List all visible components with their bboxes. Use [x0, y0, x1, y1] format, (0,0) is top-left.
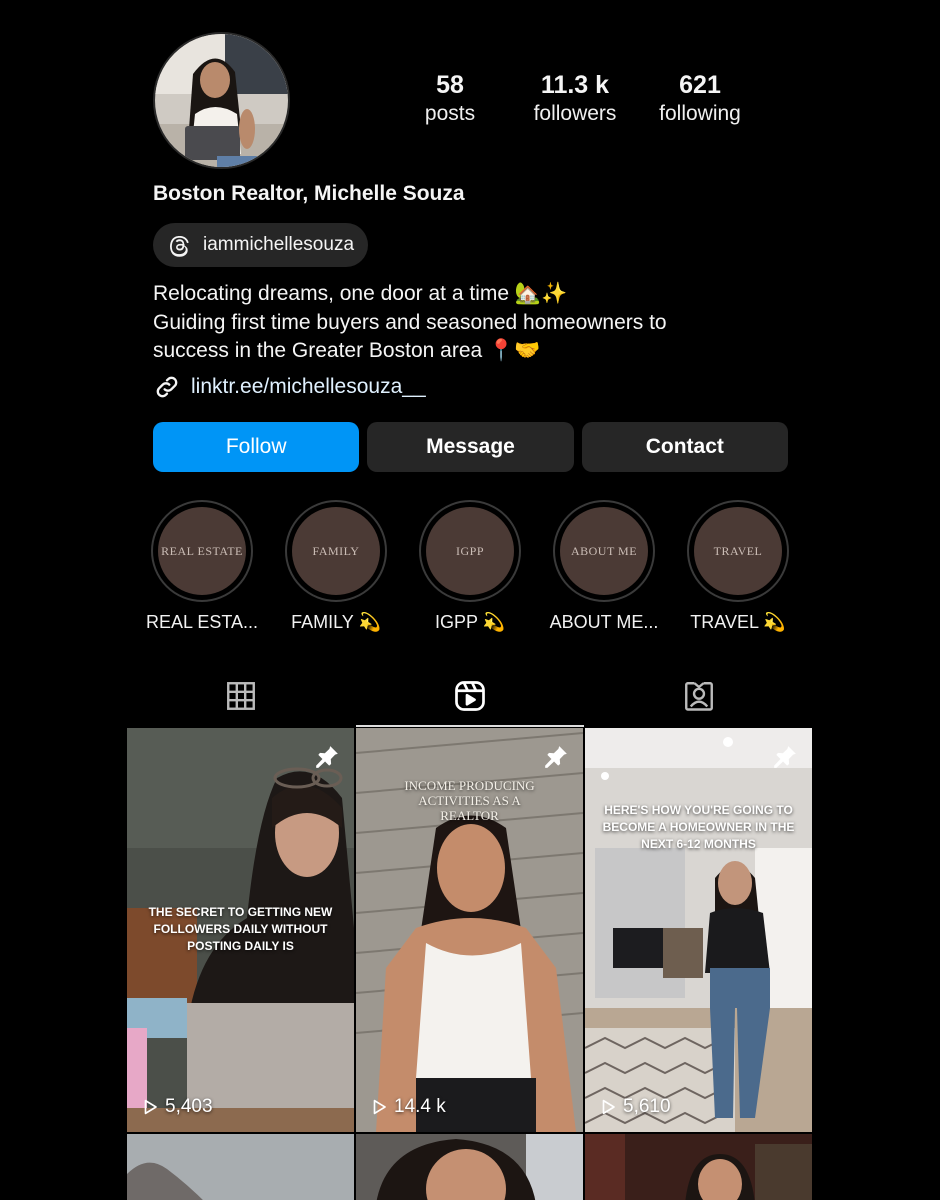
highlight-item[interactable]: FAMILY FAMILY 💫	[274, 500, 398, 633]
highlight-ring: REAL ESTATE	[151, 500, 253, 602]
contact-button[interactable]: Contact	[581, 422, 788, 472]
reels-grid: THE SECRET TO GETTING NEW FOLLOWERS DAIL…	[127, 728, 813, 1132]
profile-tabs	[127, 665, 813, 727]
tab-reels[interactable]	[355, 665, 585, 727]
threads-badge[interactable]: iammichellesouza	[153, 223, 369, 267]
play-icon	[602, 1099, 615, 1115]
stat-label: posts	[424, 102, 476, 125]
stat-following[interactable]: 621 following	[640, 70, 760, 128]
profile-avatar[interactable]	[153, 32, 290, 169]
reel-thumbnail	[356, 1134, 583, 1200]
reels-icon	[455, 681, 485, 711]
view-count-text: 5,403	[165, 1096, 213, 1117]
highlight-item[interactable]: ABOUT ME ABOUT ME...	[542, 500, 666, 633]
reel-thumbnail	[585, 728, 812, 1132]
reel-tile[interactable]	[585, 1134, 812, 1200]
stat-value: 58	[436, 71, 464, 99]
stat-value: 11.3 k	[540, 71, 610, 99]
highlight-item[interactable]: TRAVEL TRAVEL 💫	[676, 500, 800, 633]
highlight-item[interactable]: IGPP IGPP 💫	[408, 500, 532, 633]
reel-view-count: 5,610	[599, 1096, 671, 1118]
stat-posts[interactable]: 58 posts	[390, 70, 510, 128]
highlight-cover: FAMILY	[292, 507, 380, 595]
highlight-caption: ABOUT ME...	[549, 612, 659, 632]
profile-bio: Relocating dreams, one door at a time 🏡✨…	[153, 280, 793, 366]
stat-label: followers	[533, 102, 617, 125]
highlight-item[interactable]: REAL ESTATE REAL ESTA...	[140, 500, 264, 633]
reel-overlay-text: HERE'S HOW YOU'RE GOING TO BECOME A HOME…	[602, 803, 795, 851]
highlight-ring: IGPP	[419, 500, 521, 602]
threads-icon	[170, 236, 189, 257]
reel-tile[interactable]: INCOME PRODUCING ACTIVITIES AS A REALTOR…	[356, 728, 583, 1132]
highlight-ring: FAMILY	[285, 500, 387, 602]
tab-posts-grid[interactable]	[127, 665, 356, 727]
link-text: linktr.ee/michellesouza__	[191, 375, 426, 398]
reel-overlay-text: INCOME PRODUCING ACTIVITIES AS A REALTOR	[404, 778, 535, 823]
highlight-caption: FAMILY 💫	[291, 612, 381, 632]
reel-thumbnail	[585, 1134, 812, 1200]
grid-icon	[227, 682, 256, 710]
play-icon	[373, 1099, 386, 1115]
bio-line: Guiding first time buyers and seasoned h…	[153, 310, 667, 334]
profile-actions: Follow Message Contact	[153, 422, 788, 472]
bio-line: Relocating dreams, one door at a time 🏡✨	[153, 282, 568, 305]
reel-thumbnail	[127, 1134, 354, 1200]
pin-icon	[316, 746, 338, 768]
highlight-caption: TRAVEL 💫	[690, 612, 786, 632]
story-highlights: REAL ESTATE REAL ESTA... FAMILY FAMILY 💫…	[140, 500, 800, 633]
tab-tagged[interactable]	[584, 665, 813, 727]
stat-label: following	[659, 102, 741, 125]
highlight-caption: REAL ESTA...	[145, 612, 259, 632]
reel-tile[interactable]	[127, 1134, 354, 1200]
pin-icon	[774, 746, 796, 768]
reel-overlay-text: THE SECRET TO GETTING NEW FOLLOWERS DAIL…	[148, 905, 333, 953]
message-button[interactable]: Message	[367, 422, 574, 472]
highlight-cover: ABOUT ME	[560, 507, 648, 595]
highlight-cover: IGPP	[426, 507, 514, 595]
play-icon	[144, 1099, 157, 1115]
profile-link[interactable]: linktr.ee/michellesouza__	[153, 373, 426, 401]
pin-icon	[545, 746, 567, 768]
threads-handle: iammichellesouza	[203, 234, 355, 255]
highlight-cover: TRAVEL	[694, 507, 782, 595]
highlight-caption: IGPP 💫	[434, 612, 506, 632]
stat-value: 621	[679, 71, 721, 99]
reel-tile[interactable]: THE SECRET TO GETTING NEW FOLLOWERS DAIL…	[127, 728, 354, 1132]
highlight-ring: ABOUT ME	[553, 500, 655, 602]
reel-view-count: 14.4 k	[370, 1096, 446, 1118]
highlight-ring: TRAVEL	[687, 500, 789, 602]
highlight-cover: REAL ESTATE	[158, 507, 246, 595]
reels-grid-row-2	[127, 1134, 813, 1200]
bio-line: success in the Greater Boston area 📍🤝	[153, 339, 541, 362]
view-count-text: 5,610	[623, 1096, 671, 1117]
display-name: Boston Realtor, Michelle Souza	[153, 182, 465, 205]
link-icon	[156, 376, 178, 398]
view-count-text: 14.4 k	[394, 1096, 446, 1117]
reel-tile[interactable]: HERE'S HOW YOU'RE GOING TO BECOME A HOME…	[585, 728, 812, 1132]
profile-stats: 58 posts 11.3 k followers 621 following	[390, 70, 760, 128]
reel-view-count: 5,403	[141, 1096, 213, 1118]
reel-tile[interactable]	[356, 1134, 583, 1200]
follow-button[interactable]: Follow	[153, 422, 360, 472]
tagged-icon	[684, 682, 713, 711]
stat-followers[interactable]: 11.3 k followers	[515, 70, 635, 128]
